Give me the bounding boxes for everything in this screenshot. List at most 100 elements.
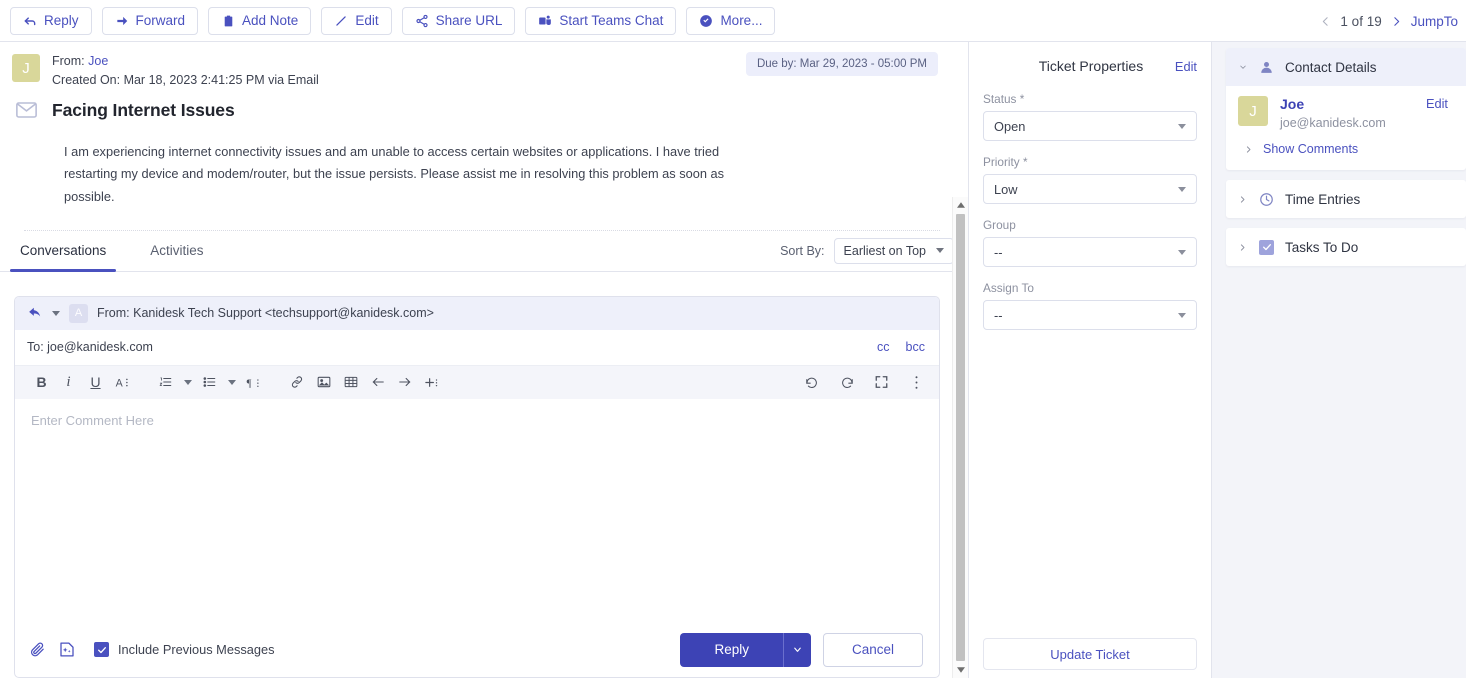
ticket-meta: From: Joe Created On: Mar 18, 2023 2:41:… xyxy=(52,52,319,91)
checkbox-checked-icon xyxy=(94,642,109,657)
chevron-down-icon xyxy=(1238,63,1248,71)
composer-footer: Include Previous Messages Reply Cancel xyxy=(15,621,939,677)
edit-button[interactable]: Edit xyxy=(321,6,392,35)
sort-by-value: Earliest on Top xyxy=(843,243,926,258)
more-button[interactable]: More... xyxy=(686,6,776,35)
ticket-main-column: Due by: Mar 29, 2023 - 05:00 PM J From: … xyxy=(0,42,969,678)
chevron-down-icon xyxy=(1178,312,1186,318)
reply-options-dropdown[interactable] xyxy=(782,632,811,667)
contact-name[interactable]: Joe xyxy=(1280,96,1386,112)
font-style-icon[interactable]: A xyxy=(110,370,135,395)
unordered-list-icon[interactable] xyxy=(197,370,222,395)
overflow-menu-icon[interactable] xyxy=(904,370,929,395)
field-group-label: Group xyxy=(983,218,1016,232)
reply-composer: A From: Kanidesk Tech Support <techsuppo… xyxy=(14,295,940,678)
next-record-icon[interactable] xyxy=(1390,15,1403,28)
envelope-icon xyxy=(12,102,40,119)
field-status-label-text: Status xyxy=(983,92,1017,106)
composer-mode-dropdown-icon[interactable] xyxy=(52,310,60,316)
field-priority: Priority * Low xyxy=(983,155,1197,204)
field-status-label: Status * xyxy=(983,92,1025,106)
time-entries-card: Time Entries xyxy=(1226,180,1466,218)
scroll-down-arrow-icon[interactable] xyxy=(956,663,965,678)
ticket-properties-panel: Ticket Properties Edit Status * Open Pri… xyxy=(969,42,1212,678)
sort-by-select[interactable]: Earliest on Top xyxy=(833,237,954,264)
group-select[interactable]: -- xyxy=(983,237,1197,267)
composer-to-row: To: joe@kanidesk.com cc bcc xyxy=(15,330,939,366)
fullscreen-icon[interactable] xyxy=(869,370,894,395)
priority-select[interactable]: Low xyxy=(983,174,1197,204)
reply-button-label: Reply xyxy=(44,12,79,28)
forward-button-label: Forward xyxy=(135,12,186,28)
scroll-up-arrow-icon[interactable] xyxy=(956,197,965,212)
rich-text-toolbar: B i U A ¶ xyxy=(15,365,939,399)
italic-icon[interactable]: i xyxy=(56,370,81,395)
add-note-button[interactable]: Add Note xyxy=(208,6,312,35)
start-teams-chat-button[interactable]: Start Teams Chat xyxy=(525,6,677,35)
from-contact-link[interactable]: Joe xyxy=(88,54,108,68)
agent-avatar: A xyxy=(69,303,88,323)
contact-details-title: Contact Details xyxy=(1285,59,1377,75)
bold-icon[interactable]: B xyxy=(29,370,54,395)
cancel-button[interactable]: Cancel xyxy=(822,632,923,667)
tab-conversations-label: Conversations xyxy=(20,243,107,259)
forward-button[interactable]: Forward xyxy=(101,6,199,35)
page-title: Facing Internet Issues xyxy=(52,99,235,120)
paragraph-icon[interactable]: ¶ xyxy=(241,370,266,395)
image-icon[interactable] xyxy=(311,370,336,395)
redo-icon[interactable] xyxy=(834,370,859,395)
contact-details-header[interactable]: Contact Details xyxy=(1226,48,1466,86)
bcc-link[interactable]: bcc xyxy=(906,340,925,354)
reply-icon[interactable] xyxy=(27,306,43,320)
ticket-properties-edit-link[interactable]: Edit xyxy=(1175,59,1197,74)
contact-edit-link[interactable]: Edit xyxy=(1426,96,1454,111)
page-body: Due by: Mar 29, 2023 - 05:00 PM J From: … xyxy=(0,42,1466,678)
reply-button[interactable]: Reply xyxy=(10,6,92,35)
sort-by-control: Sort By: Earliest on Top xyxy=(780,237,954,264)
ticket-header: Due by: Mar 29, 2023 - 05:00 PM J From: … xyxy=(0,42,968,231)
include-previous-messages-checkbox[interactable]: Include Previous Messages xyxy=(94,642,275,657)
show-comments-toggle[interactable]: Show Comments xyxy=(1238,142,1454,156)
unordered-list-dropdown-icon[interactable] xyxy=(224,370,239,395)
record-count: 1 of 19 xyxy=(1340,13,1382,29)
jump-to-link[interactable]: JumpTo xyxy=(1411,14,1458,29)
share-url-button[interactable]: Share URL xyxy=(401,6,516,35)
avatar: J xyxy=(12,54,40,82)
assign-to-select[interactable]: -- xyxy=(983,300,1197,330)
contact-details-body: J Joe joe@kanidesk.com Edit Show Comment… xyxy=(1226,86,1466,170)
time-entries-header[interactable]: Time Entries xyxy=(1226,180,1466,218)
ordered-list-dropdown-icon[interactable] xyxy=(180,370,195,395)
underline-icon[interactable]: U xyxy=(83,370,108,395)
previous-record-icon[interactable] xyxy=(1319,15,1332,28)
paperclip-icon[interactable] xyxy=(29,640,46,659)
insert-template-icon[interactable] xyxy=(58,640,76,659)
update-ticket-button[interactable]: Update Ticket xyxy=(983,638,1197,670)
indent-icon[interactable] xyxy=(392,370,417,395)
comment-editor-placeholder: Enter Comment Here xyxy=(31,412,154,428)
chevron-down-icon xyxy=(1178,249,1186,255)
undo-icon[interactable] xyxy=(799,370,824,395)
send-reply-button[interactable]: Reply xyxy=(680,632,783,667)
chevron-down-icon xyxy=(1178,186,1186,192)
pencil-icon xyxy=(334,14,348,28)
field-assign-to-label: Assign To xyxy=(983,281,1034,295)
outdent-icon[interactable] xyxy=(365,370,390,395)
tab-activities[interactable]: Activities xyxy=(140,230,213,271)
composer-to-value[interactable]: To: joe@kanidesk.com xyxy=(27,340,153,354)
comment-editor[interactable]: Enter Comment Here xyxy=(15,399,939,621)
contact-details-card: Contact Details J Joe joe@kanidesk.com E… xyxy=(1226,48,1466,170)
status-select[interactable]: Open xyxy=(983,111,1197,141)
tasks-to-do-header[interactable]: Tasks To Do xyxy=(1226,228,1466,266)
cc-link[interactable]: cc xyxy=(877,340,890,354)
link-icon[interactable] xyxy=(284,370,309,395)
update-ticket-wrap: Update Ticket xyxy=(983,638,1197,678)
main-scrollbar[interactable] xyxy=(952,197,968,678)
scrollbar-thumb[interactable] xyxy=(956,214,965,661)
chevron-right-icon xyxy=(1238,243,1248,252)
insert-more-icon[interactable] xyxy=(419,370,444,395)
ticket-properties-title: Ticket Properties xyxy=(1038,58,1144,74)
tab-conversations[interactable]: Conversations xyxy=(10,230,117,273)
table-icon[interactable] xyxy=(338,370,363,395)
ordered-list-icon[interactable] xyxy=(153,370,178,395)
assign-to-value: -- xyxy=(994,307,1003,323)
